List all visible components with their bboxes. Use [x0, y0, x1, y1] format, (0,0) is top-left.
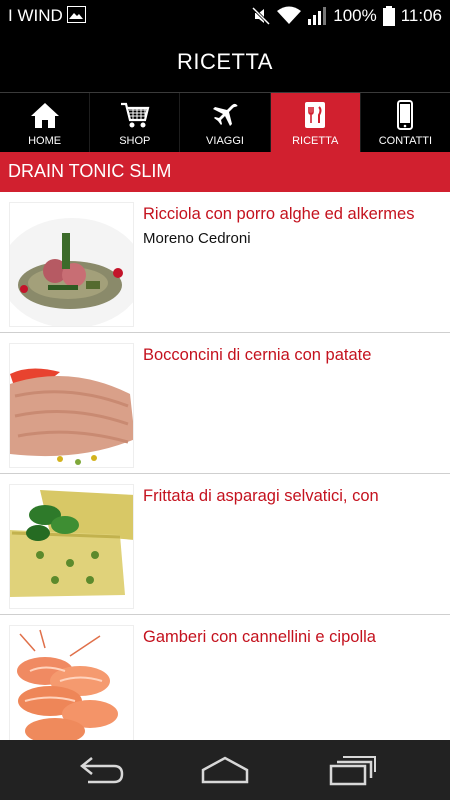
tab-home[interactable]: HOME [0, 93, 91, 152]
image-notification-icon [67, 6, 86, 23]
clock: 11:06 [400, 6, 442, 25]
recipe-title: Ricciola con porro alghe ed alkermes [143, 205, 415, 223]
tab-viaggi[interactable]: VIAGGI [180, 93, 271, 152]
tab-label: CONTATTI [378, 135, 433, 147]
recent-apps-icon[interactable] [328, 752, 378, 788]
list-item[interactable]: Gamberi con cannellini e cipolla [0, 615, 450, 740]
home-icon [30, 103, 59, 128]
tab-label: RICETTA [292, 135, 339, 147]
phone-icon [397, 100, 414, 130]
tab-contatti[interactable]: CONTATTI [361, 93, 450, 152]
battery-percent: 100% [333, 6, 377, 25]
signal-icon [308, 7, 327, 25]
recipe-title: Gamberi con cannellini e cipolla [143, 628, 376, 646]
recipe-title: Frittata di asparagi selvatici, con [143, 487, 379, 505]
tab-label: SHOP [119, 135, 151, 147]
tab-label: VIAGGI [206, 135, 244, 147]
tab-shop[interactable]: SHOP [90, 93, 181, 152]
recipe-icon [305, 102, 326, 128]
status-right: 100% 11:06 [251, 6, 442, 26]
recipe-thumbnail [9, 202, 134, 327]
home-button-icon[interactable] [200, 752, 250, 788]
recipe-list[interactable]: Ricciola con porro alghe ed alkermes Mor… [0, 192, 450, 740]
tab-ricetta[interactable]: RICETTA [270, 93, 361, 152]
carrier-name: I WIND [8, 6, 63, 25]
status-bar: I WIND 100% 11:06 [0, 0, 450, 31]
recipe-thumbnail [9, 625, 134, 740]
page-title: RICETTA [177, 49, 273, 74]
recipe-title: Bocconcini di cernia con patate [143, 346, 372, 364]
airplane-icon [213, 103, 238, 126]
section-title: DRAIN TONIC SLIM [8, 161, 172, 181]
back-icon[interactable] [78, 752, 128, 788]
battery-icon [382, 6, 395, 26]
tab-navigation: HOME SHOP VIAGGI RICETTA CONTATTI [0, 92, 450, 152]
wifi-icon [277, 6, 302, 24]
list-item[interactable]: Bocconcini di cernia con patate [0, 333, 450, 474]
recipe-author: Moreno Cedroni [143, 230, 251, 247]
list-item[interactable]: Ricciola con porro alghe ed alkermes Mor… [0, 192, 450, 333]
app-bar: RICETTA [0, 31, 450, 92]
recipe-thumbnail [9, 343, 134, 468]
cart-icon [120, 102, 150, 128]
mute-icon [252, 6, 271, 26]
tab-label: HOME [28, 135, 62, 147]
list-item[interactable]: Frittata di asparagi selvatici, con [0, 474, 450, 615]
section-header: DRAIN TONIC SLIM [0, 152, 450, 192]
system-nav-bar [0, 740, 450, 800]
recipe-thumbnail [9, 484, 134, 609]
